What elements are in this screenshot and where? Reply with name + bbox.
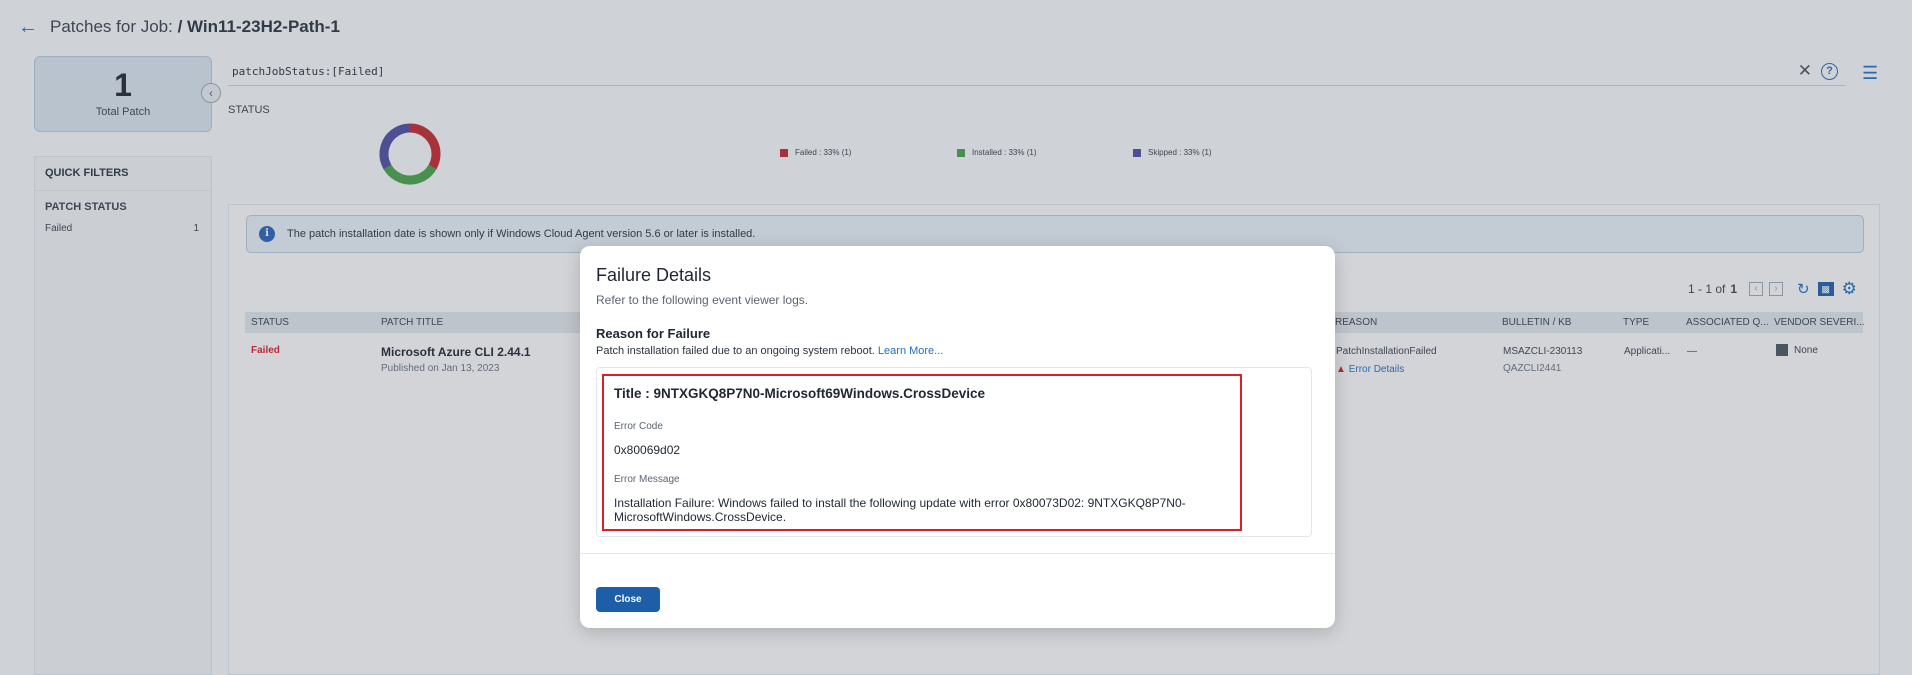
learn-more-link[interactable]: Learn More... [878, 345, 943, 357]
dialog-title: Failure Details [596, 265, 712, 285]
dialog-subtitle: Refer to the following event viewer logs… [596, 293, 809, 307]
close-button[interactable]: Close [596, 587, 660, 612]
error-message-label: Error Message [614, 474, 680, 485]
dialog-divider [580, 553, 1335, 554]
page: ← Patches for Job: / Win11-23H2-Path-1 1… [0, 0, 1912, 675]
event-log-entry: Title : 9NTXGKQ8P7N0-Microsoft69Windows.… [602, 374, 1242, 531]
error-code-value: 0x80069d02 [614, 443, 681, 457]
reason-text: Patch installation failed due to an ongo… [596, 345, 943, 357]
error-message-value: Installation Failure: Windows failed to … [614, 496, 1186, 524]
failure-details-dialog: Failure Details Refer to the following e… [580, 246, 1335, 628]
reason-heading: Reason for Failure [596, 326, 711, 341]
log-title: Title : 9NTXGKQ8P7N0-Microsoft69Windows.… [614, 386, 985, 401]
reason-description: Patch installation failed due to an ongo… [596, 345, 875, 357]
error-code-label: Error Code [614, 421, 663, 432]
